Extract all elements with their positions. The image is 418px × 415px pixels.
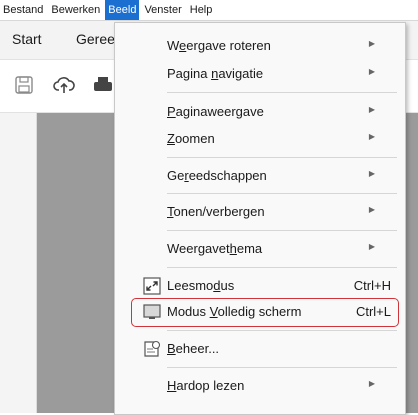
- menu-divider: [167, 267, 397, 268]
- menu-divider: [167, 193, 397, 194]
- shortcut-label: Ctrl+H: [353, 278, 391, 293]
- menu-divider: [167, 92, 397, 93]
- full-screen-icon: [143, 304, 161, 319]
- menu-item-show-hide[interactable]: Tonen/verbergen ▶: [115, 197, 405, 227]
- chevron-right-icon: ▶: [368, 39, 375, 48]
- menu-bewerken[interactable]: Bewerken: [48, 0, 103, 20]
- menu-item-label: Paginaweergave: [167, 104, 264, 119]
- chevron-right-icon: ▶: [368, 105, 375, 114]
- navigation-pane: [0, 113, 37, 413]
- chevron-right-icon: ▶: [368, 169, 375, 178]
- menu-item-label: Gereedschappen: [167, 168, 267, 183]
- save-icon[interactable]: [13, 74, 35, 96]
- chevron-right-icon: ▶: [368, 379, 375, 388]
- menu-divider: [167, 367, 397, 368]
- read-mode-icon: [143, 277, 161, 295]
- menu-item-tools[interactable]: Gereedschappen ▶: [115, 161, 405, 191]
- menu-item-zoom[interactable]: Zoomen ▶: [115, 124, 405, 154]
- menu-item-label: Beheer...: [167, 341, 220, 356]
- chevron-right-icon: ▶: [368, 242, 375, 251]
- menu-item-full-screen[interactable]: Modus Volledig scherm Ctrl+L: [115, 297, 405, 327]
- menu-item-label: Zoomen: [167, 131, 215, 146]
- menu-item-label: Weergavethema: [167, 241, 263, 256]
- cloud-upload-icon[interactable]: [53, 74, 75, 96]
- menu-item-page-display[interactable]: Paginaweergave ▶: [115, 97, 405, 127]
- menu-divider: [167, 157, 397, 158]
- menu-help[interactable]: Help: [187, 0, 216, 20]
- menu-item-page-navigation[interactable]: Pagina navigatie ▶: [115, 59, 405, 89]
- manage-icon: [144, 340, 161, 357]
- chevron-right-icon: ▶: [368, 132, 375, 141]
- menu-item-label: Modus Volledig scherm: [167, 304, 302, 319]
- menu-item-label: Tonen/verbergen: [167, 204, 265, 219]
- menu-item-manage[interactable]: Beheer...: [115, 334, 405, 364]
- menu-bar: Bestand Bewerken Beeld Venster Help: [0, 0, 418, 21]
- menu-bestand[interactable]: Bestand: [0, 0, 46, 20]
- menu-item-label: Leesmodus: [167, 278, 235, 293]
- print-icon[interactable]: [92, 74, 114, 96]
- menu-beeld[interactable]: Beeld: [105, 0, 140, 20]
- menu-item-label: Hardop lezen: [167, 378, 245, 393]
- menu-divider: [167, 330, 397, 331]
- tab-start[interactable]: Start: [12, 31, 42, 47]
- chevron-right-icon: ▶: [368, 67, 375, 76]
- chevron-right-icon: ▶: [368, 205, 375, 214]
- menu-item-label: Weergave roteren: [167, 38, 271, 53]
- tab-tools[interactable]: Geree: [76, 31, 115, 47]
- menu-item-read-aloud[interactable]: Hardop lezen ▶: [115, 371, 405, 401]
- menu-venster[interactable]: Venster: [141, 0, 184, 20]
- beeld-dropdown-menu: Weergave roteren ▶ Pagina navigatie ▶ Pa…: [114, 22, 406, 415]
- shortcut-label: Ctrl+L: [355, 304, 391, 319]
- menu-divider: [167, 230, 397, 231]
- menu-item-view-theme[interactable]: Weergavethema ▶: [115, 234, 405, 264]
- menu-item-label: Pagina navigatie: [167, 66, 264, 81]
- menu-item-rotate-view[interactable]: Weergave roteren ▶: [115, 31, 405, 61]
